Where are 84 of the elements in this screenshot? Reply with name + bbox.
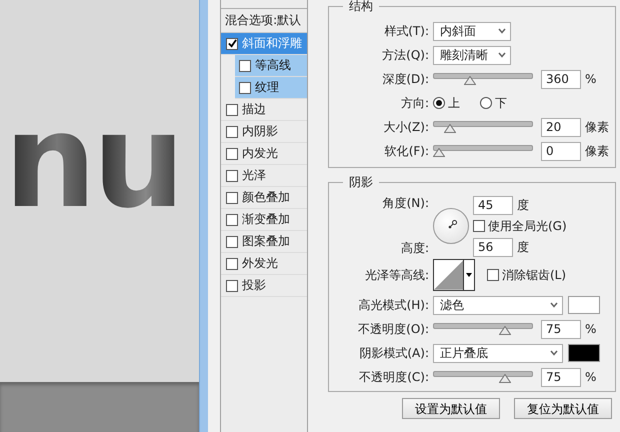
unit-label: %: [584, 322, 596, 336]
slider[interactable]: [433, 72, 533, 86]
caret-icon: [466, 273, 472, 277]
radio-button[interactable]: [433, 97, 445, 109]
caret-icon: [550, 350, 558, 356]
field-label: 软化(F):: [384, 142, 430, 160]
slider-thumb[interactable]: [464, 76, 476, 85]
style-item[interactable]: 颜色叠加: [221, 187, 308, 209]
caret-icon: [498, 28, 506, 34]
checkbox[interactable]: [487, 269, 499, 281]
field-label: 样式(T):: [383, 22, 430, 40]
checkbox[interactable]: [226, 214, 238, 226]
value-field[interactable]: 0: [541, 142, 581, 160]
unit-label: 像素: [584, 142, 609, 160]
checkbox[interactable]: [226, 170, 238, 182]
checkbox[interactable]: [226, 280, 238, 292]
style-item[interactable]: 内阴影: [221, 121, 308, 143]
style-item[interactable]: 图案叠加: [221, 231, 308, 253]
contour-picker[interactable]: [433, 259, 475, 291]
field-label: 不透明度(C):: [358, 368, 430, 386]
style-subitem[interactable]: 纹理: [235, 77, 308, 99]
checkbox[interactable]: [239, 82, 252, 94]
unit-label: 像素: [584, 118, 609, 136]
checkbox[interactable]: [226, 38, 238, 50]
caret-icon: [550, 302, 558, 308]
default-button[interactable]: 复位为默认值: [514, 398, 612, 419]
checkbox[interactable]: [226, 258, 238, 270]
slider[interactable]: [433, 322, 533, 336]
dropdown[interactable]: 内斜面: [433, 22, 511, 40]
value-field[interactable]: 360: [541, 70, 581, 88]
unit-label: %: [584, 370, 596, 384]
slider-thumb[interactable]: [499, 374, 511, 383]
field-label: 高光模式(H):: [358, 296, 430, 314]
checkbox[interactable]: [226, 236, 238, 248]
style-subitem[interactable]: 等高线: [235, 55, 308, 77]
value-field[interactable]: 75: [541, 320, 581, 338]
group-title: 阴影: [348, 174, 374, 191]
slider[interactable]: [433, 370, 533, 384]
slider[interactable]: [433, 144, 533, 158]
field-label: 角度(N):: [382, 195, 430, 212]
value-field[interactable]: 75: [541, 368, 581, 386]
style-item[interactable]: 外发光: [221, 253, 308, 275]
checkbox[interactable]: [226, 148, 238, 160]
dropdown[interactable]: 正片叠底: [433, 344, 563, 362]
color-swatch[interactable]: [568, 296, 600, 314]
caret-icon: [498, 52, 506, 58]
style-item[interactable]: 渐变叠加: [221, 209, 308, 231]
radio-label: 上: [448, 94, 460, 112]
checkbox-label: 消除锯齿(L): [502, 266, 566, 284]
value-field[interactable]: 56: [473, 238, 513, 256]
value-field[interactable]: 20: [541, 118, 581, 136]
color-swatch[interactable]: [568, 344, 600, 362]
slider-thumb[interactable]: [444, 124, 456, 133]
slider-thumb[interactable]: [433, 148, 445, 157]
field-label: 方向:: [400, 94, 430, 112]
dropdown[interactable]: 雕刻清晰: [433, 46, 511, 64]
value-field[interactable]: 45: [473, 196, 513, 214]
checkbox-label: 使用全局光(G): [488, 218, 567, 234]
checkbox[interactable]: [226, 104, 238, 116]
style-item[interactable]: 内发光: [221, 143, 308, 165]
unit-label: 度: [516, 196, 529, 214]
style-item[interactable]: 光泽: [221, 165, 308, 187]
unit-label: %: [584, 72, 596, 86]
style-item[interactable]: 投影: [221, 275, 308, 297]
checkbox[interactable]: [226, 192, 238, 204]
unit-label: 度: [516, 238, 529, 256]
radio-label: 下: [495, 94, 507, 112]
checkbox[interactable]: [239, 60, 252, 72]
dropdown[interactable]: 滤色: [433, 296, 563, 314]
slider-thumb[interactable]: [499, 326, 511, 335]
checkbox[interactable]: [226, 126, 238, 138]
checkbox[interactable]: [473, 220, 485, 232]
default-button[interactable]: 设置为默认值: [402, 398, 500, 419]
field-label: 不透明度(O):: [357, 320, 430, 338]
slider[interactable]: [433, 120, 533, 134]
radio-button[interactable]: [480, 97, 492, 109]
field-label: 大小(Z):: [382, 118, 430, 136]
field-label: 阴影模式(A):: [358, 344, 430, 362]
field-label: 深度(D):: [381, 70, 430, 88]
field-label: 高度:: [400, 240, 430, 257]
group-title: 结构: [348, 0, 374, 15]
style-item[interactable]: 描边: [221, 99, 308, 121]
field-label: 方法(Q):: [381, 46, 430, 64]
field-label: 光泽等高线:: [364, 266, 430, 284]
